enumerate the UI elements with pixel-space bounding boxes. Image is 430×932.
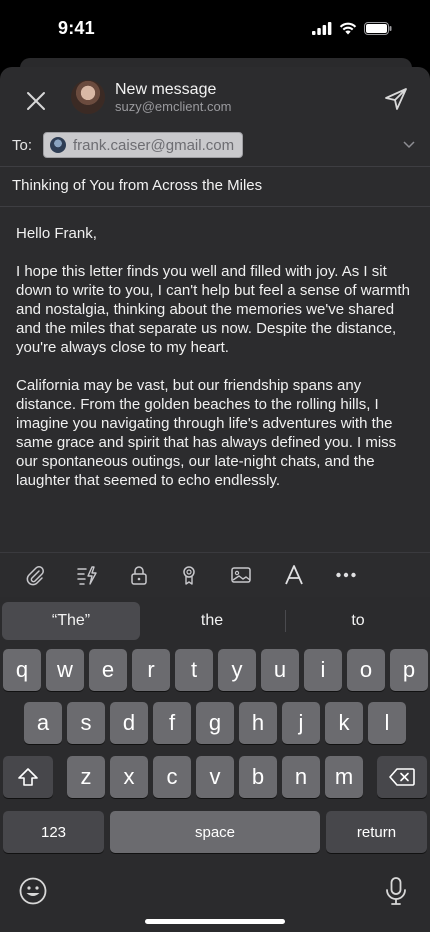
more-icon[interactable] xyxy=(335,564,357,586)
key-v[interactable]: v xyxy=(196,756,234,798)
key-n[interactable]: n xyxy=(282,756,320,798)
key-c[interactable]: c xyxy=(153,756,191,798)
recipient-chip[interactable]: frank.caiser@gmail.com xyxy=(43,132,244,158)
home-indicator[interactable] xyxy=(145,919,285,924)
body-paragraph: California may be vast, but our friendsh… xyxy=(16,377,397,489)
sender-account[interactable]: suzy@emclient.com xyxy=(115,99,232,114)
key-o[interactable]: o xyxy=(347,649,385,691)
recipient-avatar xyxy=(50,137,66,153)
key-x[interactable]: x xyxy=(110,756,148,798)
send-icon[interactable] xyxy=(382,85,410,113)
key-d[interactable]: d xyxy=(110,702,148,744)
suggestion-divider xyxy=(285,610,286,632)
compose-header: New message suzy@emclient.com xyxy=(0,67,430,129)
status-time: 9:41 xyxy=(58,18,95,38)
text-format-icon[interactable] xyxy=(283,564,305,586)
space-key[interactable]: space xyxy=(110,811,320,853)
backspace-icon xyxy=(389,768,415,786)
subject-field[interactable]: Thinking of You from Across the Miles xyxy=(12,177,262,194)
key-y[interactable]: y xyxy=(218,649,256,691)
key-a[interactable]: a xyxy=(24,702,62,744)
lock-icon[interactable] xyxy=(128,564,150,586)
emoji-icon[interactable] xyxy=(18,876,48,906)
key-f[interactable]: f xyxy=(153,702,191,744)
delete-key[interactable] xyxy=(377,756,427,798)
body-greeting: Hello Frank, xyxy=(16,225,97,242)
key-k[interactable]: k xyxy=(325,702,363,744)
compose-title: New message xyxy=(115,81,217,98)
recipient-email: frank.caiser@gmail.com xyxy=(73,136,235,154)
quick-text-icon[interactable] xyxy=(76,564,98,586)
image-icon[interactable] xyxy=(230,564,252,586)
key-m[interactable]: m xyxy=(325,756,363,798)
key-h[interactable]: h xyxy=(239,702,277,744)
sender-avatar[interactable] xyxy=(71,80,105,114)
key-r[interactable]: r xyxy=(132,649,170,691)
status-bar: 9:41 xyxy=(0,0,430,58)
body-paragraph: I hope this letter finds you well and fi… xyxy=(16,263,410,356)
key-z[interactable]: z xyxy=(67,756,105,798)
return-key[interactable]: return xyxy=(326,811,427,853)
key-u[interactable]: u xyxy=(261,649,299,691)
compose-toolbar xyxy=(0,553,430,597)
key-i[interactable]: i xyxy=(304,649,342,691)
wifi-icon xyxy=(339,22,357,35)
key-e[interactable]: e xyxy=(89,649,127,691)
key-l[interactable]: l xyxy=(368,702,406,744)
shift-key[interactable] xyxy=(3,756,53,798)
to-label: To: xyxy=(12,137,33,154)
paperclip-icon[interactable] xyxy=(24,564,46,586)
subject-divider xyxy=(0,206,430,207)
key-j[interactable]: j xyxy=(282,702,320,744)
certificate-icon[interactable] xyxy=(178,564,200,586)
numbers-key[interactable]: 123 xyxy=(3,811,104,853)
to-row[interactable]: To: frank.caiser@gmail.com xyxy=(0,129,430,167)
key-s[interactable]: s xyxy=(67,702,105,744)
suggestion[interactable]: the xyxy=(142,602,282,640)
message-body[interactable]: Hello Frank, I hope this letter finds yo… xyxy=(16,224,416,509)
keyboard: “The” the to q w e r t y u i o p a s d f… xyxy=(0,597,430,932)
key-q[interactable]: q xyxy=(3,649,41,691)
key-w[interactable]: w xyxy=(46,649,84,691)
compose-sheet: New message suzy@emclient.com To: frank.… xyxy=(0,67,430,597)
battery-icon xyxy=(364,22,392,35)
key-b[interactable]: b xyxy=(239,756,277,798)
cellular-signal-icon xyxy=(312,22,332,35)
shift-icon xyxy=(18,768,38,786)
status-icons xyxy=(312,22,392,35)
key-p[interactable]: p xyxy=(390,649,428,691)
key-g[interactable]: g xyxy=(196,702,234,744)
suggestion[interactable]: to xyxy=(288,602,428,640)
chevron-down-icon[interactable] xyxy=(402,137,416,151)
suggestion-quoted[interactable]: “The” xyxy=(2,602,140,640)
microphone-icon[interactable] xyxy=(381,876,411,906)
key-t[interactable]: t xyxy=(175,649,213,691)
close-icon[interactable] xyxy=(22,87,50,115)
